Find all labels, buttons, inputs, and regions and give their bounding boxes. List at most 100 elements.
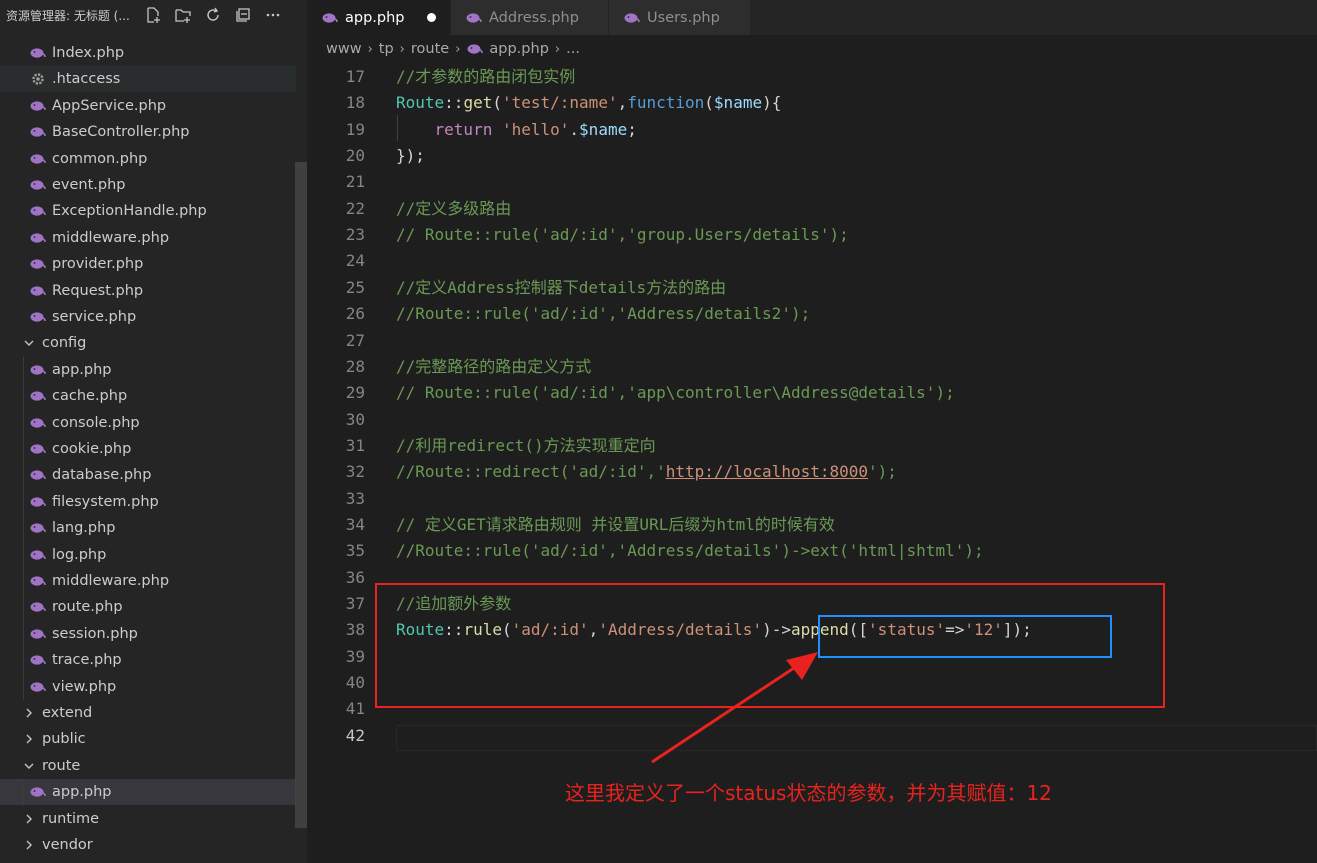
code-token: Route [396, 93, 445, 113]
code-line[interactable]: //利用redirect()方法实现重定向 [396, 433, 656, 459]
collapse-all-icon[interactable] [228, 0, 258, 30]
tree-file[interactable]: Request.php [0, 278, 296, 304]
php-file-icon [28, 547, 48, 563]
code-line[interactable]: //完整路径的路由定义方式 [396, 354, 591, 380]
breadcrumb-item[interactable]: www [326, 41, 362, 57]
code-token: . [569, 119, 580, 139]
tree-folder[interactable]: extend [0, 700, 296, 726]
tree-item-label: public [42, 731, 86, 748]
tree-indent-guide [23, 356, 24, 700]
code-token: return [434, 119, 493, 139]
tree-item-label: log.php [52, 546, 107, 563]
more-actions-icon[interactable] [258, 0, 288, 30]
tree-indent-guide [23, 779, 24, 806]
tree-folder[interactable]: route [0, 753, 296, 779]
php-file-icon [28, 177, 48, 193]
tree-file[interactable]: log.php [0, 542, 296, 568]
tree-file[interactable]: cookie.php [0, 436, 296, 462]
tree-file[interactable]: common.php [0, 146, 296, 172]
tree-file[interactable]: session.php [0, 621, 296, 647]
breadcrumb-item[interactable]: tp [379, 41, 394, 57]
chevron-right-icon [22, 812, 36, 826]
code-line[interactable]: }); [396, 143, 425, 169]
line-number: 33 [345, 488, 365, 508]
tree-file[interactable]: console.php [0, 410, 296, 436]
vscode-window: 资源管理器: 无标题 (... Index.php .htaccess AppSer… [0, 0, 1317, 863]
line-number: 24 [345, 251, 365, 271]
new-folder-icon[interactable] [168, 0, 198, 30]
code-token: // Route::rule('ad/:id','app\controller\… [396, 383, 955, 403]
tree-file[interactable]: app.php [0, 779, 296, 806]
line-number: 18 [345, 93, 365, 113]
tree-item-label: ExceptionHandle.php [52, 203, 207, 220]
breadcrumb-separator-icon: › [399, 41, 405, 57]
php-file-icon [28, 652, 48, 668]
line-number: 39 [345, 646, 365, 666]
php-file-icon [28, 388, 48, 404]
tree-folder[interactable]: public [0, 726, 296, 752]
tree-file[interactable]: cache.php [0, 383, 296, 409]
sidebar-scrollbar[interactable] [295, 162, 307, 828]
tree-file[interactable]: filesystem.php [0, 489, 296, 515]
tree-folder[interactable]: config [0, 330, 296, 356]
code-line[interactable]: // 定义GET请求路由规则 并设置URL后缀为html的时候有效 [396, 512, 835, 538]
tree-file[interactable]: lang.php [0, 515, 296, 541]
tree-file[interactable]: view.php [0, 674, 296, 700]
breadcrumb-item[interactable]: ... [566, 41, 580, 57]
tree-file[interactable]: ExceptionHandle.php [0, 198, 296, 224]
code-line[interactable]: //Route::rule('ad/:id','Address/details2… [396, 301, 810, 327]
refresh-icon[interactable] [198, 0, 228, 30]
chevron-down-icon [22, 336, 36, 350]
code-line[interactable]: //才参数的路由闭包实例 [396, 64, 575, 90]
tree-file[interactable]: .htaccess [0, 66, 296, 93]
code-token: $name [713, 93, 763, 113]
tab-label: app.php [345, 9, 405, 26]
tree-item-label: BaseController.php [52, 124, 190, 141]
tree-file[interactable]: app.php [0, 357, 296, 383]
tree-folder[interactable]: runtime [0, 806, 296, 832]
new-file-icon[interactable] [138, 0, 168, 30]
tree-file[interactable]: trace.php [0, 647, 296, 673]
line-number: 17 [345, 67, 365, 86]
code-token: // Route::rule('ad/:id','group.Users/det… [396, 225, 849, 245]
code-line[interactable]: //定义Address控制器下details方法的路由 [396, 275, 726, 301]
tree-file[interactable]: provider.php [0, 251, 296, 277]
tree-file[interactable]: event.php [0, 172, 296, 198]
line-number: 41 [345, 699, 365, 719]
code-line[interactable]: //定义多级路由 [396, 196, 511, 222]
code-token: //完整路径的路由定义方式 [396, 356, 592, 376]
php-file-icon [28, 203, 48, 219]
tree-file[interactable]: database.php [0, 462, 296, 488]
code-line[interactable]: // Route::rule('ad/:id','app\controller\… [396, 380, 955, 406]
php-file-icon [28, 415, 48, 431]
tree-file[interactable]: service.php [0, 304, 296, 330]
tree-file[interactable]: route.php [0, 594, 296, 620]
line-number: 31 [345, 435, 365, 455]
tree-file[interactable]: BaseController.php [0, 119, 296, 145]
code-line[interactable]: //Route::redirect('ad/:id','http://local… [396, 459, 897, 485]
tab-app[interactable]: app.php [307, 0, 451, 35]
tree-folder[interactable]: vendor [0, 832, 296, 858]
tree-item-label: config [42, 335, 87, 352]
tree-item-label: route.php [52, 599, 123, 616]
code-token: //定义Address控制器下details方法的路由 [396, 277, 727, 297]
code-line[interactable]: return 'hello'.$name; [396, 117, 637, 143]
tree-item-label: lang.php [52, 520, 116, 537]
code-line[interactable]: // Route::rule('ad/:id','group.Users/det… [396, 222, 849, 248]
tab-users[interactable]: Users.php [609, 0, 751, 35]
tab-address[interactable]: Address.php [451, 0, 609, 35]
breadcrumb-item[interactable]: route [411, 41, 449, 57]
tree-file[interactable]: AppService.php [0, 93, 296, 119]
tree-file[interactable]: middleware.php [0, 568, 296, 594]
breadcrumb-item[interactable]: app.php [489, 41, 549, 57]
code-line[interactable]: Route::get('test/:name',function($name){ [396, 90, 781, 116]
php-file-icon [28, 520, 48, 536]
tree-file[interactable]: middleware.php [0, 225, 296, 251]
tree-item-label: trace.php [52, 652, 122, 669]
php-file-icon [28, 151, 48, 167]
line-number: 42 [345, 725, 365, 745]
code-line[interactable]: //Route::rule('ad/:id','Address/details'… [396, 538, 984, 564]
explorer-title: 资源管理器: 无标题 (... [6, 8, 130, 23]
unsaved-dot-icon[interactable] [427, 13, 436, 22]
tree-file[interactable]: Index.php [0, 40, 296, 66]
